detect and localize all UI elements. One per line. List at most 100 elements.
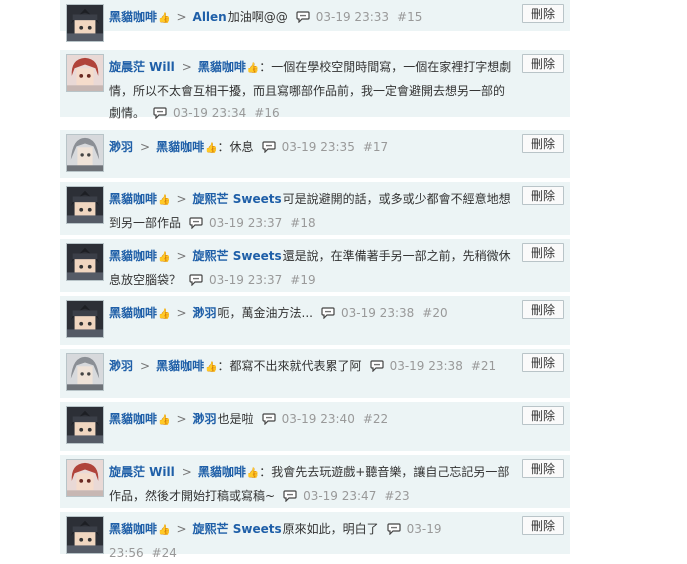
reply-target[interactable]: 旋熙芒 Sweets [193,192,282,206]
thumbs-up-icon: 👍 [205,362,218,373]
avatar[interactable] [66,54,104,92]
avatar[interactable] [66,243,104,281]
reply-target[interactable]: 黑貓咖啡 [198,465,246,479]
comment-author[interactable]: 黑貓咖啡 [109,249,157,263]
comment-author[interactable]: 渺羽 [109,359,133,373]
reply-target[interactable]: Allen [193,10,227,24]
floor-number: #20 [422,306,448,320]
comment-text: 原來如此，明白了 [282,522,379,536]
reply-bubble-icon[interactable] [369,360,384,372]
delete-button[interactable]: 刪除 [522,459,564,478]
comment-text: 呃，萬金油方法... [217,306,313,320]
floor-number: #18 [290,216,316,230]
reply-bubble-icon[interactable] [261,141,276,153]
avatar[interactable] [66,186,104,224]
reply-arrow: > [181,465,192,479]
reply-arrow: > [176,306,187,320]
delete-button[interactable]: 刪除 [522,54,564,73]
avatar[interactable] [66,134,104,172]
comment-row: 黑貓咖啡👍 > Allen加油啊@@ 03-19 23:33 #15 刪除 [60,0,570,42]
comment-author[interactable]: 黑貓咖啡 [109,522,157,536]
reply-target[interactable]: 渺羽 [193,412,217,426]
comment-content: 渺羽 > 黑貓咖啡👍：都寫不出來就代表累了阿 03-19 23:38 #21 [109,355,509,379]
avatar[interactable] [66,353,104,391]
comment-text: ：都寫不出來就代表累了阿 [217,359,362,373]
comment-row: 黑貓咖啡👍 > 旋熙芒 Sweets可是說避開的話，或多或少都會不經意地想到另一部作… [60,182,570,239]
reply-arrow: > [176,192,187,206]
delete-button[interactable]: 刪除 [522,186,564,205]
thumbs-up-icon: 👍 [205,143,218,154]
comment-time: 03-19 23:37 [209,273,283,287]
delete-button[interactable]: 刪除 [522,300,564,319]
reply-bubble-icon[interactable] [296,11,310,23]
comment-text: ：休息 [217,140,254,154]
comment-row: 渺羽 > 黑貓咖啡👍：休息 03-19 23:35 #17 刪除 [60,130,570,182]
thumbs-up-icon: 👍 [158,309,171,320]
thumbs-up-icon: 👍 [158,525,171,536]
avatar[interactable] [66,300,104,338]
delete-button[interactable]: 刪除 [522,134,564,153]
thumbs-up-icon: 👍 [158,195,171,206]
reply-bubble-icon[interactable] [189,274,203,286]
comment-row: 黑貓咖啡👍 > 渺羽也是啦 03-19 23:40 #22 刪除 [60,402,570,455]
delete-button[interactable]: 刪除 [522,4,564,23]
comment-row: 旋晨茫 Will > 黑貓咖啡👍：一個在學校空閒時間寫，一個在家裡打字想劇情，所以不… [60,50,570,121]
comment-content: 黑貓咖啡👍 > 旋熙芒 Sweets可是說避開的話，或多或少都會不經意地想到另一部作… [109,188,514,234]
comment-row: 渺羽 > 黑貓咖啡👍：都寫不出來就代表累了阿 03-19 23:38 #21 刪除 [60,349,570,402]
thumbs-up-icon: 👍 [158,13,171,24]
comment-content: 黑貓咖啡👍 > Allen加油啊@@ 03-19 23:33 #15 [109,6,509,30]
delete-button[interactable]: 刪除 [522,243,564,262]
comment-row: 旋晨茫 Will > 黑貓咖啡👍：我會先去玩遊戲+聽音樂，讓自己忘記另一部作品，然後… [60,455,570,512]
comment-author[interactable]: 黑貓咖啡 [109,306,157,320]
floor-number: #21 [470,359,497,373]
comment-row: 黑貓咖啡👍 > 旋熙芒 Sweets原來如此，明白了 03-19 23:56 #24 刪除 [60,512,570,560]
floor-number: #17 [362,140,389,154]
reply-target[interactable]: 旋熙芒 Sweets [193,522,282,536]
comment-text: 加油啊@@ [227,10,288,24]
comment-time: 03-19 23:38 [341,306,415,320]
reply-bubble-icon[interactable] [387,523,401,535]
comment-author[interactable]: 黑貓咖啡 [109,192,157,206]
comment-content: 黑貓咖啡👍 > 旋熙芒 Sweets原來如此，明白了 03-19 23:56 #24 [109,518,509,564]
comment-content: 黑貓咖啡👍 > 渺羽呃，萬金油方法... 03-19 23:38 #20 [109,302,509,326]
avatar[interactable] [66,459,104,497]
comment-author[interactable]: 旋晨茫 Will [109,60,175,74]
floor-number: #19 [290,273,316,287]
comment-time: 03-19 23:37 [209,216,283,230]
reply-bubble-icon[interactable] [283,490,297,502]
floor-number: #22 [362,412,389,426]
comment-content: 黑貓咖啡👍 > 旋熙芒 Sweets還是說，在準備著手另一部之前，先稍微休息放空腦袋… [109,245,514,291]
reply-bubble-icon[interactable] [261,413,276,425]
avatar[interactable] [66,4,104,42]
comment-author[interactable]: 旋晨茫 Will [109,465,175,479]
comment-time: 03-19 23:35 [281,140,355,154]
comment-author[interactable]: 黑貓咖啡 [109,412,157,426]
delete-button[interactable]: 刪除 [522,516,564,535]
reply-target[interactable]: 黑貓咖啡 [156,140,204,154]
reply-arrow: > [176,412,187,426]
comment-content: 黑貓咖啡👍 > 渺羽也是啦 03-19 23:40 #22 [109,408,509,432]
comment-author[interactable]: 渺羽 [109,140,133,154]
reply-arrow: > [176,522,187,536]
thumbs-up-icon: 👍 [246,63,260,74]
avatar[interactable] [66,516,104,554]
comment-row: 黑貓咖啡👍 > 渺羽呃，萬金油方法... 03-19 23:38 #20 刪除 [60,296,570,349]
comment-author[interactable]: 黑貓咖啡 [109,10,157,24]
reply-arrow: > [140,140,151,154]
reply-arrow: > [140,359,151,373]
comment-time: 03-19 23:33 [315,10,390,24]
comment-time: 03-19 23:38 [389,359,463,373]
reply-target[interactable]: 旋熙芒 Sweets [193,249,282,263]
reply-bubble-icon[interactable] [189,217,203,229]
reply-target[interactable]: 渺羽 [193,306,217,320]
reply-target[interactable]: 黑貓咖啡 [198,60,246,74]
thumbs-up-icon: 👍 [158,252,171,263]
reply-bubble-icon[interactable] [153,107,167,119]
delete-button[interactable]: 刪除 [522,353,564,372]
delete-button[interactable]: 刪除 [522,406,564,425]
comment-text: 也是啦 [217,412,254,426]
reply-bubble-icon[interactable] [321,307,335,319]
comment-time: 03-19 23:47 [303,489,377,503]
avatar[interactable] [66,406,104,444]
reply-target[interactable]: 黑貓咖啡 [156,359,204,373]
